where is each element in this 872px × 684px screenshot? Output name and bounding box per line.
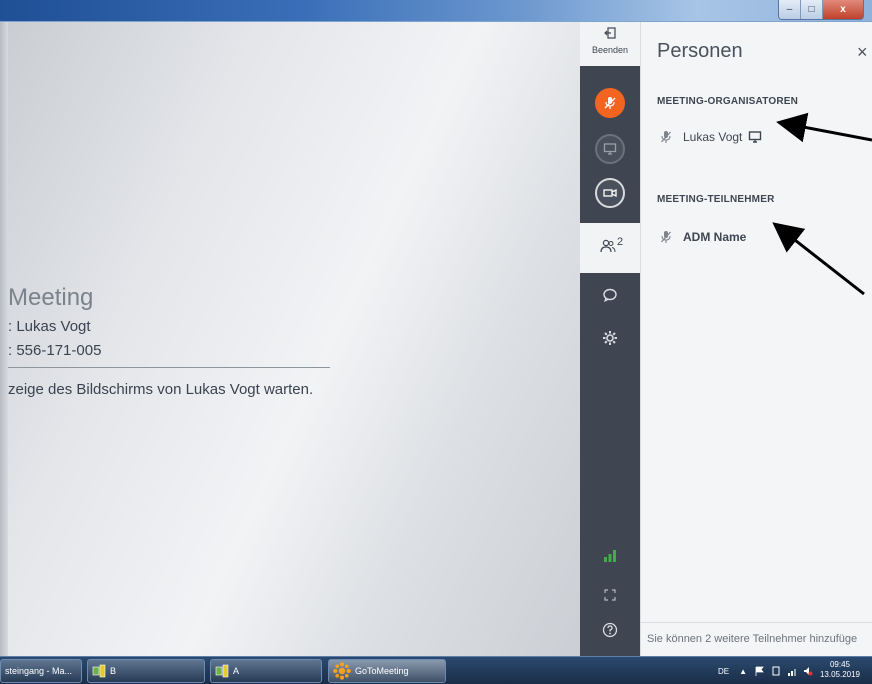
taskbar-item-gotomeeting[interactable]: GoToMeeting bbox=[328, 659, 446, 683]
share-screen-button[interactable] bbox=[595, 134, 625, 164]
language-indicator[interactable]: DE bbox=[718, 667, 729, 676]
window-controls: – □ x bbox=[778, 0, 864, 20]
expand-icon bbox=[604, 589, 616, 601]
exit-icon bbox=[604, 27, 616, 39]
power-icon[interactable] bbox=[771, 666, 781, 676]
close-panel-button[interactable]: × bbox=[857, 42, 868, 63]
fullscreen-button[interactable] bbox=[600, 585, 620, 605]
chat-button[interactable] bbox=[600, 285, 620, 305]
taskbar: steingang - Ma... B A GoToMeeting DE ▲ 0… bbox=[0, 656, 872, 684]
app-icon bbox=[92, 664, 106, 678]
taskbar-item-mail[interactable]: steingang - Ma... bbox=[0, 659, 82, 683]
taskbar-item-b[interactable]: B bbox=[87, 659, 205, 683]
monitor-icon bbox=[749, 131, 762, 143]
taskbar-item-label: B bbox=[110, 666, 117, 676]
taskbar-item-label: A bbox=[233, 666, 240, 676]
organizer-name: Lukas Vogt bbox=[683, 130, 743, 144]
taskbar-item-label: GoToMeeting bbox=[355, 666, 409, 676]
help-button[interactable] bbox=[600, 620, 620, 640]
meeting-id-line: : 556-171-005 bbox=[8, 342, 102, 359]
people-count: 2 bbox=[617, 236, 624, 248]
microphone-muted-icon bbox=[661, 131, 671, 143]
panel-footer: Sie können 2 weitere Teilnehmer hinzufüg… bbox=[641, 622, 872, 656]
clock-time: 09:45 bbox=[829, 660, 850, 669]
end-meeting-button[interactable]: Beenden bbox=[580, 22, 640, 66]
stage-edge bbox=[0, 22, 8, 656]
participants-heading: MEETING-TEILNEHMER bbox=[657, 194, 775, 205]
meeting-stage: Meeting : Lukas Vogt : 556-171-005 zeige… bbox=[0, 22, 580, 656]
meeting-title: Meeting bbox=[8, 284, 94, 311]
flag-icon[interactable] bbox=[755, 666, 765, 676]
webcam-button[interactable] bbox=[595, 178, 625, 208]
participant-item[interactable]: ADM Name bbox=[659, 228, 746, 246]
close-window-button[interactable]: x bbox=[823, 0, 863, 19]
microphone-muted-icon bbox=[604, 97, 616, 109]
chat-icon bbox=[603, 288, 617, 303]
monitor-icon bbox=[603, 143, 617, 155]
settings-button[interactable] bbox=[600, 328, 620, 348]
people-icon bbox=[600, 239, 616, 253]
signal-bars-icon bbox=[604, 550, 616, 562]
gotomeeting-icon bbox=[333, 662, 351, 680]
show-hidden-icons-icon[interactable]: ▲ bbox=[739, 667, 747, 676]
minimize-button[interactable]: – bbox=[779, 0, 801, 19]
end-meeting-label: Beenden bbox=[591, 45, 629, 55]
divider bbox=[8, 367, 330, 368]
help-icon bbox=[602, 622, 618, 638]
clock[interactable]: 09:45 13.05.2019 bbox=[820, 660, 860, 680]
organizer-line: : Lukas Vogt bbox=[8, 318, 91, 335]
volume-muted-icon[interactable] bbox=[803, 666, 813, 676]
maximize-button[interactable]: □ bbox=[801, 0, 823, 19]
camera-icon bbox=[603, 188, 617, 198]
people-tab[interactable]: 2 bbox=[580, 223, 640, 273]
gear-icon bbox=[603, 331, 617, 345]
window-titlebar: – □ x bbox=[0, 0, 872, 22]
waiting-message: zeige des Bildschirms von Lukas Vogt war… bbox=[8, 381, 314, 398]
organizers-heading: MEETING-ORGANISATOREN bbox=[657, 96, 799, 107]
taskbar-item-label: steingang - Ma... bbox=[5, 666, 73, 676]
app-icon bbox=[215, 664, 229, 678]
panel-title: Personen bbox=[657, 40, 743, 62]
meeting-toolbar: Beenden 2 bbox=[580, 22, 640, 656]
invite-hint: Sie können 2 weitere Teilnehmer hinzufüg… bbox=[647, 633, 858, 645]
participant-name: ADM Name bbox=[683, 230, 747, 244]
people-panel: Personen × MEETING-ORGANISATOREN Lukas V… bbox=[640, 22, 872, 656]
taskbar-item-a[interactable]: A bbox=[210, 659, 322, 683]
microphone-muted-icon bbox=[661, 231, 671, 243]
connection-status[interactable] bbox=[600, 546, 620, 566]
clock-date: 13.05.2019 bbox=[819, 670, 860, 679]
network-icon[interactable] bbox=[787, 666, 797, 676]
system-tray: DE ▲ 09:45 13.05.2019 bbox=[692, 657, 872, 684]
organizer-item[interactable]: Lukas Vogt bbox=[659, 128, 762, 146]
mute-microphone-button[interactable] bbox=[595, 88, 625, 118]
